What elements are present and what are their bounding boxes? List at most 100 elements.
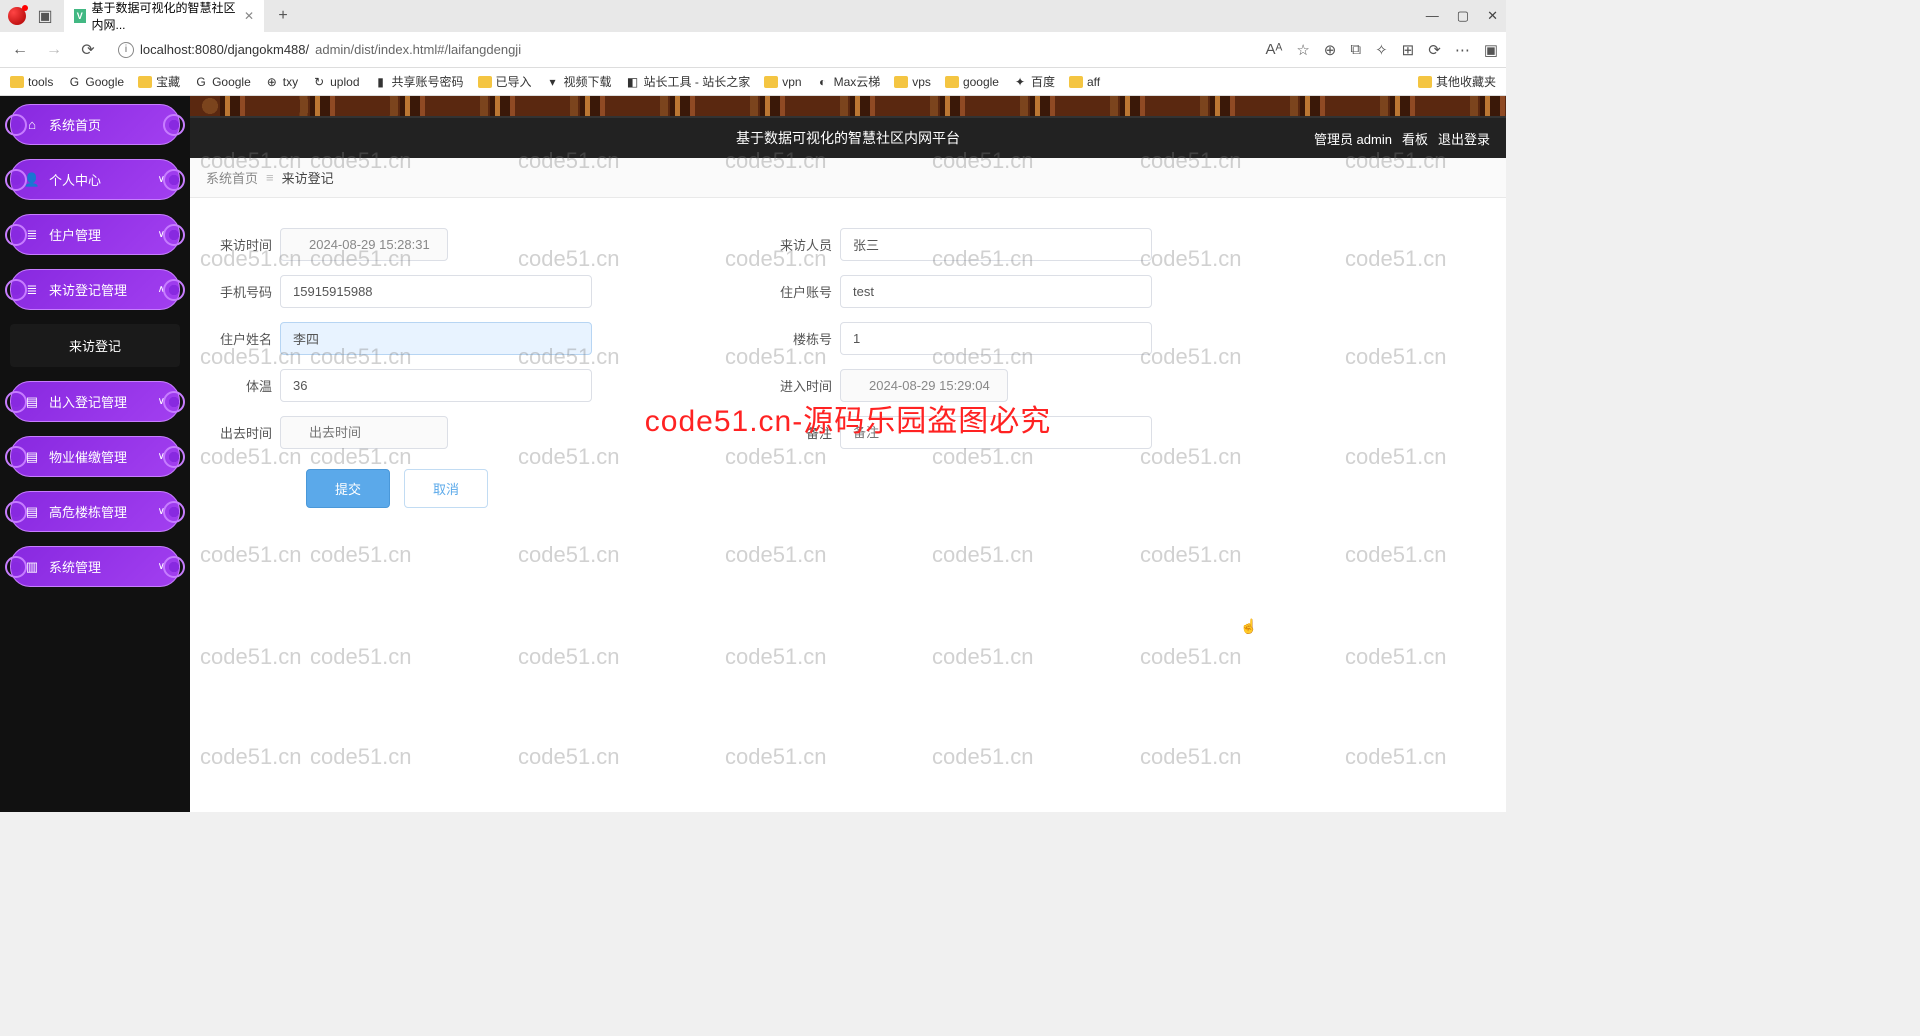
watermark-text: code51.cn [310, 644, 412, 670]
sidebar-item-2[interactable]: ≣住户管理∨ [10, 214, 180, 255]
vue-favicon-icon: V [74, 9, 86, 23]
bookmark-item[interactable]: aff [1069, 75, 1100, 89]
bookmark-item[interactable]: 宝藏 [138, 73, 180, 90]
bookmark-item[interactable]: GGoogle [67, 75, 124, 89]
bookmark-item[interactable]: vps [894, 75, 931, 89]
temp-label: 体温 [206, 376, 272, 395]
watermark-text: code51.cn [1140, 744, 1242, 770]
bookmark-item[interactable]: vpn [764, 75, 801, 89]
sidebar-item-0[interactable]: ⌂系统首页 [10, 104, 180, 145]
enter-time-input[interactable] [840, 369, 1008, 402]
chevron-down-icon: ∨ [158, 561, 165, 572]
watermark-text: code51.cn [725, 644, 827, 670]
leave-time-input[interactable] [280, 416, 448, 449]
admin-label: 管理员 admin [1314, 129, 1392, 148]
favicon-icon: G [194, 75, 208, 89]
more-icon[interactable]: ⋯ [1455, 41, 1470, 59]
tab-bar: ▣ V 基于数据可视化的智慧社区内网... ✕ + — ▢ ✕ [0, 0, 1506, 32]
visit-time-input[interactable] [280, 228, 448, 261]
visitor-label: 来访人员 [766, 235, 832, 254]
watermark-text: code51.cn [932, 542, 1034, 568]
bookmark-item[interactable]: ↻uplod [312, 75, 359, 89]
breadcrumb-home[interactable]: 系统首页 [206, 168, 258, 187]
window-min-icon[interactable]: — [1426, 8, 1439, 24]
url-host: localhost:8080/djangokm488/ [140, 42, 309, 57]
breadcrumb-current: 来访登记 [282, 168, 334, 187]
chevron-down-icon: ∨ [158, 396, 165, 407]
bookmark-item[interactable]: ⊕txy [265, 75, 298, 89]
window-close-icon[interactable]: ✕ [1487, 8, 1498, 24]
sidebar-item-7[interactable]: ▥系统管理∨ [10, 546, 180, 587]
browser-right-icons: Aᴬ ☆ ⊕ ⧉ ✧ ⊞ ⟳ ⋯ ▣ [1266, 41, 1498, 59]
read-aloud-icon[interactable]: Aᴬ [1266, 41, 1283, 58]
watermark-text: code51.cn [725, 744, 827, 770]
bookmark-item[interactable]: GGoogle [194, 75, 251, 89]
sidebar-item-6[interactable]: ▤高危楼栋管理∨ [10, 491, 180, 532]
bookmark-item[interactable]: ▮共享账号密码 [374, 73, 464, 90]
sidebar-item-3[interactable]: ≣来访登记管理∧ [10, 269, 180, 310]
url-path: admin/dist/index.html#/laifangdengji [315, 42, 521, 57]
submit-button[interactable]: 提交 [306, 469, 390, 508]
cancel-button[interactable]: 取消 [404, 469, 488, 508]
window-max-icon[interactable]: ▢ [1457, 8, 1469, 24]
leave-time-label: 出去时间 [206, 423, 272, 442]
favicon-icon: ⊕ [265, 75, 279, 89]
logout-link[interactable]: 退出登录 [1438, 129, 1490, 148]
dashboard-link[interactable]: 看板 [1402, 129, 1428, 148]
decorative-border [190, 96, 1506, 118]
watermark-text: code51.cn [1345, 744, 1447, 770]
sync-icon[interactable]: ⟳ [1428, 41, 1441, 59]
bookmark-item[interactable]: ✦百度 [1013, 73, 1055, 90]
new-tab-button[interactable]: + [270, 5, 296, 27]
bookmark-item[interactable]: ◐Max云梯 [816, 73, 881, 90]
folder-icon [764, 76, 778, 88]
site-info-icon[interactable]: i [118, 42, 134, 58]
menu-label: 个人中心 [49, 170, 101, 189]
sidebar-item-5[interactable]: ▤物业催缴管理∨ [10, 436, 180, 477]
profile-avatar-icon[interactable] [8, 7, 26, 25]
submenu-item[interactable]: 来访登记 [10, 324, 180, 367]
bookmark-item[interactable]: ◧站长工具 - 站长之家 [626, 73, 751, 90]
temp-input[interactable] [280, 369, 592, 402]
resident-input[interactable] [280, 322, 592, 355]
bookmarks-more[interactable]: 其他收藏夹 [1418, 73, 1496, 90]
bookmark-label: Google [85, 75, 124, 89]
visitor-input[interactable] [840, 228, 1152, 261]
enter-time-label: 进入时间 [766, 376, 832, 395]
nav-back-icon[interactable]: ← [8, 38, 32, 62]
sidebar-item-1[interactable]: 👤个人中心∨ [10, 159, 180, 200]
browser-chrome: ▣ V 基于数据可视化的智慧社区内网... ✕ + — ▢ ✕ ← → ⟳ i … [0, 0, 1506, 96]
remark-input[interactable] [840, 416, 1152, 449]
split-icon[interactable]: ⧉ [1350, 41, 1361, 58]
phone-label: 手机号码 [206, 282, 272, 301]
watermark-text: code51.cn [1140, 644, 1242, 670]
url-bar[interactable]: i localhost:8080/djangokm488/admin/dist/… [110, 38, 1256, 62]
nav-forward-icon[interactable]: → [42, 38, 66, 62]
menu-label: 物业催缴管理 [49, 447, 127, 466]
bookmark-label: 百度 [1031, 73, 1055, 90]
visit-time-label: 来访时间 [206, 235, 272, 254]
tabs-overview-icon[interactable]: ▣ [32, 5, 58, 27]
folder-icon [894, 76, 908, 88]
remark-label: 备注 [766, 423, 832, 442]
bookmark-item[interactable]: ▾视频下载 [546, 73, 612, 90]
bookmark-item[interactable]: 已导入 [478, 73, 532, 90]
building-input[interactable] [840, 322, 1152, 355]
account-input[interactable] [840, 275, 1152, 308]
extension-icon[interactable]: ⊕ [1324, 41, 1337, 59]
bookmark-item[interactable]: tools [10, 75, 53, 89]
menu-icon: ▤ [25, 395, 39, 409]
apps-icon[interactable]: ⊞ [1402, 41, 1415, 59]
tab-close-icon[interactable]: ✕ [244, 9, 254, 23]
sidebar-icon[interactable]: ▣ [1484, 41, 1498, 59]
favorite-icon[interactable]: ☆ [1296, 41, 1309, 59]
main-content: 基于数据可视化的智慧社区内网平台 管理员 admin 看板 退出登录 系统首页 … [190, 96, 1506, 812]
bookmark-item[interactable]: google [945, 75, 999, 89]
collections-icon[interactable]: ✧ [1375, 41, 1388, 59]
bookmark-label: 站长工具 - 站长之家 [644, 73, 751, 90]
sidebar-item-4[interactable]: ▤出入登记管理∨ [10, 381, 180, 422]
browser-tab[interactable]: V 基于数据可视化的智慧社区内网... ✕ [64, 0, 264, 37]
phone-input[interactable] [280, 275, 592, 308]
bookmark-bar: toolsGGoogle宝藏GGoogle⊕txy↻uplod▮共享账号密码已导… [0, 68, 1506, 96]
nav-refresh-icon[interactable]: ⟳ [76, 38, 100, 62]
